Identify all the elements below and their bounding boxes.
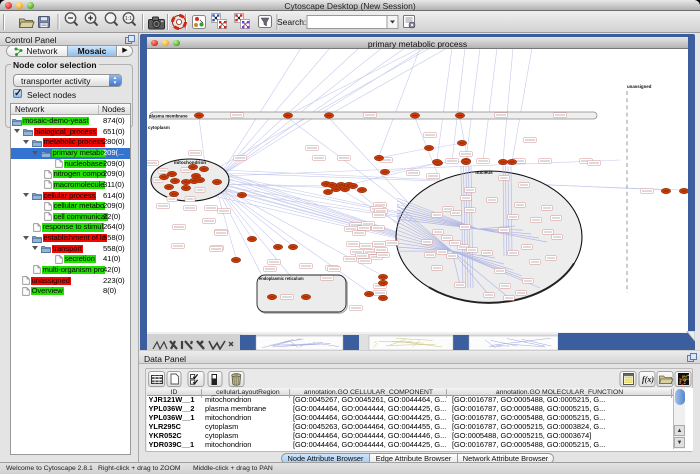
svg-text:unassigned: unassigned xyxy=(627,84,652,89)
svg-text:f(x): f(x) xyxy=(642,375,654,384)
svg-text:plasma membrane: plasma membrane xyxy=(149,113,188,118)
svg-text:mitochondrion: mitochondrion xyxy=(174,160,206,165)
svg-text:cytoplasm: cytoplasm xyxy=(148,125,170,130)
svg-text:1:1: 1:1 xyxy=(125,16,132,22)
svg-text:nucleus: nucleus xyxy=(475,170,493,175)
svg-text:Search:: Search: xyxy=(277,17,306,27)
svg-text:endoplasmic reticulum: endoplasmic reticulum xyxy=(259,276,304,281)
